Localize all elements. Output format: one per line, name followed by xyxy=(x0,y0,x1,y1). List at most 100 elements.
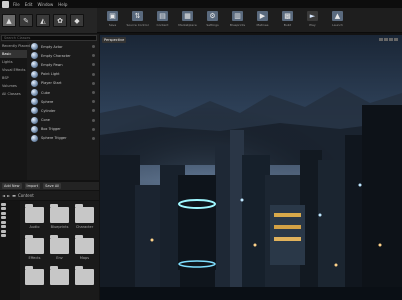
help-icon xyxy=(92,127,95,131)
viewport-mode-button[interactable]: Perspective xyxy=(102,37,127,43)
asset-folder[interactable]: Audio xyxy=(22,203,47,234)
folder-icon xyxy=(1,216,6,220)
menu-file[interactable]: File xyxy=(13,2,20,7)
asset-folder[interactable]: Character xyxy=(72,203,97,234)
blueprints-button[interactable]: ▥ Blueprints xyxy=(227,9,248,32)
placeable-item[interactable]: Cylinder xyxy=(28,106,98,115)
category-basic[interactable]: Basic xyxy=(0,50,27,58)
asset-folder[interactable] xyxy=(47,265,72,296)
category-visual-effects[interactable]: Visual Effects xyxy=(0,66,27,74)
content-button[interactable]: ▤ Content xyxy=(152,9,173,32)
matinee-icon: ▶ xyxy=(257,11,268,21)
settings-button[interactable]: ⚙ Settings xyxy=(202,9,223,32)
placeable-item[interactable]: Box Trigger xyxy=(28,125,98,134)
landscape-mode-button[interactable]: ◭ xyxy=(36,14,50,27)
geometry-icon: ◆ xyxy=(74,16,80,25)
folder-icon xyxy=(1,229,6,233)
folder-icon xyxy=(1,234,6,238)
asset-folder[interactable]: Env xyxy=(47,234,72,265)
placeable-item[interactable]: Empty Pawn xyxy=(28,60,98,69)
help-icon xyxy=(92,136,95,140)
blueprints-icon: ▥ xyxy=(232,11,243,21)
tree-node[interactable] xyxy=(1,234,19,239)
settings-icon: ⚙ xyxy=(207,11,218,21)
category-all-classes[interactable]: All Classes xyxy=(0,90,27,98)
placeable-item[interactable]: Sphere xyxy=(28,97,98,106)
viewport-toolbar xyxy=(379,38,398,41)
menu-help[interactable]: Help xyxy=(58,2,67,7)
folder-icon xyxy=(50,235,69,254)
sphere-trigger-icon xyxy=(31,134,38,142)
cone-icon xyxy=(31,116,38,124)
back-icon[interactable]: ◄ xyxy=(2,193,5,198)
folder-icon xyxy=(1,202,6,206)
placeable-item[interactable]: Empty Actor xyxy=(28,42,98,51)
placeable-item[interactable]: Empty Character xyxy=(28,51,98,60)
viewport-tool-icon[interactable] xyxy=(384,38,388,41)
folder-tree xyxy=(0,201,20,300)
path-label[interactable]: Content xyxy=(18,193,34,198)
placeable-item[interactable]: Point Light xyxy=(28,70,98,79)
paint-mode-button[interactable]: ✎ xyxy=(19,14,33,27)
title-bar: File Edit Window Help xyxy=(0,0,402,8)
folder-icon xyxy=(1,207,6,211)
asset-folder[interactable]: Blueprints xyxy=(47,203,72,234)
category-bsp[interactable]: BSP xyxy=(0,74,27,82)
landscape-icon: ◭ xyxy=(40,16,46,25)
menu-bar: File Edit Window Help xyxy=(13,2,67,7)
build-button[interactable]: ▩ Build xyxy=(277,9,298,32)
placeable-item[interactable]: Cube xyxy=(28,88,98,97)
play-button[interactable]: ► Play xyxy=(302,9,323,32)
viewport-tool-icon[interactable] xyxy=(394,38,398,41)
placeable-item[interactable]: Player Start xyxy=(28,79,98,88)
level-viewport[interactable]: Perspective xyxy=(100,35,402,300)
placeable-item[interactable]: Cone xyxy=(28,116,98,125)
category-recently-placed[interactable]: Recently Placed xyxy=(0,42,30,50)
folder-icon: ▬ xyxy=(12,193,16,198)
matinee-button[interactable]: ▶ Matinee xyxy=(252,9,273,32)
import-button[interactable]: Import xyxy=(24,183,41,189)
lit-building xyxy=(270,205,305,265)
place-mode-button[interactable]: ▲ xyxy=(2,14,16,27)
help-icon xyxy=(92,54,95,58)
source-control-button[interactable]: ⇅ Source Control xyxy=(126,9,149,32)
save-all-button[interactable]: Save All xyxy=(43,183,62,189)
marketplace-button[interactable]: ▦ Marketplace xyxy=(177,9,198,32)
viewport-tool-icon[interactable] xyxy=(389,38,393,41)
build-icon: ▩ xyxy=(282,11,293,21)
category-lights[interactable]: Lights xyxy=(0,58,27,66)
menu-edit[interactable]: Edit xyxy=(25,2,33,7)
pawn-icon xyxy=(31,61,38,69)
cylinder-icon xyxy=(31,107,38,115)
launch-button[interactable]: ▲ Launch xyxy=(327,9,348,32)
folder-icon xyxy=(75,235,94,254)
add-new-button[interactable]: Add New xyxy=(2,183,22,189)
play-icon: ► xyxy=(307,11,318,21)
asset-folder[interactable]: Effects xyxy=(22,234,47,265)
help-icon xyxy=(92,91,95,95)
category-volumes[interactable]: Volumes xyxy=(0,82,27,90)
marketplace-icon: ▦ xyxy=(182,11,193,21)
place-panel: Search Classes Recently Placed Basic Lig… xyxy=(0,34,99,180)
search-input[interactable]: Search Classes xyxy=(1,35,97,41)
forward-icon[interactable]: ► xyxy=(7,193,10,198)
foliage-mode-button[interactable]: ✿ xyxy=(53,14,67,27)
asset-folder[interactable]: Maps xyxy=(72,234,97,265)
geometry-mode-button[interactable]: ◆ xyxy=(70,14,84,27)
scene-render xyxy=(100,35,402,300)
source-control-icon: ⇅ xyxy=(132,11,143,21)
viewport-tool-icon[interactable] xyxy=(379,38,383,41)
asset-folder[interactable] xyxy=(72,265,97,296)
place-icon: ▲ xyxy=(6,16,12,25)
menu-window[interactable]: Window xyxy=(37,2,53,7)
engine-logo-icon xyxy=(2,0,9,8)
help-icon xyxy=(92,45,95,49)
folder-icon xyxy=(1,220,6,224)
save-icon: ▣ xyxy=(107,11,118,21)
toolbar-row: ▲ ✎ ◭ ✿ ◆ ▣ Save ⇅ Source Control ▤ Content… xyxy=(0,8,402,33)
help-icon xyxy=(92,63,95,67)
asset-folder[interactable] xyxy=(22,265,47,296)
save-button[interactable]: ▣ Save xyxy=(102,9,123,32)
placeable-item[interactable]: Sphere Trigger xyxy=(28,134,98,143)
cube-icon xyxy=(31,89,38,97)
